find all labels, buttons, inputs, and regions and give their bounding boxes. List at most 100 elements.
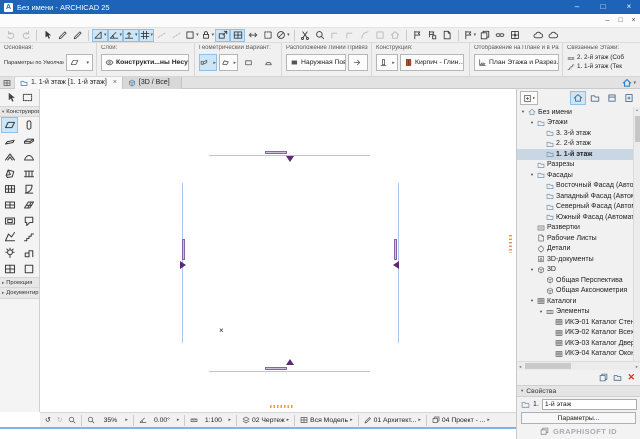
flag-favorites[interactable] bbox=[425, 29, 440, 42]
canvas-horizontal-scrollbar[interactable] bbox=[270, 405, 294, 408]
menu-item[interactable] bbox=[42, 16, 52, 26]
menu-item[interactable] bbox=[72, 16, 82, 26]
toolbar-button[interactable] bbox=[36, 30, 37, 41]
inject-parameters[interactable] bbox=[55, 29, 70, 42]
toolbox-section-views[interactable]: ▸ Проекция bbox=[0, 277, 39, 288]
orientation[interactable] bbox=[275, 29, 291, 42]
auto-dimension[interactable] bbox=[230, 29, 245, 42]
toolbar-button[interactable] bbox=[458, 30, 459, 41]
menu-item[interactable] bbox=[32, 16, 42, 26]
tree-item[interactable]: ▾ Элементы bbox=[517, 307, 640, 318]
guide-lines[interactable] bbox=[92, 29, 108, 42]
wall-default-button[interactable]: ▾ bbox=[66, 54, 93, 71]
intersect[interactable] bbox=[343, 29, 358, 42]
tree-item[interactable]: Северный Фасад (Автоматиче bbox=[517, 202, 640, 213]
pick-parameters[interactable] bbox=[40, 29, 55, 42]
flag-default[interactable] bbox=[410, 29, 425, 42]
flip-direction-button[interactable] bbox=[348, 54, 368, 71]
tree-hscroll-thumb[interactable] bbox=[525, 363, 571, 369]
tree-expand-icon[interactable]: ▾ bbox=[529, 298, 535, 304]
tree-item[interactable]: ИКЭ-04 Каталог Окон bbox=[517, 349, 640, 360]
tool-wall[interactable] bbox=[1, 117, 18, 133]
tool-object[interactable] bbox=[21, 245, 38, 261]
renovation-filter-control[interactable]: 04 Проект - ... ▸ bbox=[429, 414, 493, 427]
tree-item[interactable]: ИКЭ-01 Каталог Стен bbox=[517, 317, 640, 328]
zoom-next-button[interactable]: ↻ bbox=[54, 414, 66, 427]
tool-column[interactable] bbox=[21, 117, 38, 133]
selection-frame[interactable] bbox=[260, 29, 275, 42]
story-name-input[interactable] bbox=[542, 399, 637, 410]
linked-story-row[interactable]: 2. 2-й этаж (Соб bbox=[567, 53, 637, 62]
favorites[interactable] bbox=[462, 29, 478, 42]
tree-expand-icon[interactable]: ▾ bbox=[529, 120, 535, 126]
delete-button[interactable]: ✕ bbox=[627, 373, 635, 382]
canvas-vertical-scrollbar[interactable] bbox=[509, 235, 512, 253]
tree-item[interactable]: 3D-документы bbox=[517, 254, 640, 265]
menu-item[interactable] bbox=[12, 16, 22, 26]
slope-input[interactable] bbox=[108, 29, 124, 42]
tool-skylight[interactable] bbox=[21, 197, 38, 213]
close-button[interactable]: × bbox=[618, 0, 640, 14]
mdi-restore-button[interactable]: □ bbox=[614, 17, 627, 24]
tool-shell[interactable] bbox=[21, 149, 38, 165]
grid-systems[interactable] bbox=[507, 29, 522, 42]
elevation-line-south[interactable] bbox=[209, 371, 370, 372]
tree-item[interactable]: Общая Аксонометрия bbox=[517, 286, 640, 297]
menu-item[interactable] bbox=[62, 16, 72, 26]
minimize-button[interactable]: – bbox=[566, 0, 588, 14]
elevation-marker-east[interactable] bbox=[394, 239, 397, 260]
tool-zone-stamp[interactable] bbox=[21, 261, 38, 277]
send-changes[interactable] bbox=[530, 29, 545, 42]
properties-section-header[interactable]: ▾ Свойства bbox=[517, 385, 640, 397]
tree-item[interactable]: Восточный Фасад (Автоматич bbox=[517, 181, 640, 192]
snap-grid[interactable] bbox=[139, 29, 155, 42]
zoom-increase-button[interactable] bbox=[65, 414, 79, 427]
tree-item[interactable]: Детали bbox=[517, 244, 640, 255]
copy-settings[interactable] bbox=[477, 29, 492, 42]
measure[interactable] bbox=[70, 29, 85, 42]
tool-window[interactable] bbox=[1, 197, 18, 213]
tree-item[interactable]: Рабочие Листы bbox=[517, 233, 640, 244]
geometry-polygon-button[interactable]: ▸ bbox=[219, 54, 237, 71]
floor-plan-canvas[interactable]: × bbox=[40, 89, 516, 412]
fillet[interactable] bbox=[358, 29, 373, 42]
floor-plan-display-button[interactable]: План Этажа и Разрез... ▸ bbox=[474, 54, 559, 71]
gravity[interactable] bbox=[123, 29, 139, 42]
tree-horizontal-scrollbar[interactable]: ◂ ▸ bbox=[517, 361, 640, 370]
tree-expand-icon[interactable]: ▾ bbox=[538, 309, 544, 315]
tree-expand-icon[interactable]: ▾ bbox=[529, 267, 535, 273]
split[interactable] bbox=[298, 29, 313, 42]
new-viewpoint-button[interactable] bbox=[599, 373, 608, 382]
tool-lamp[interactable] bbox=[1, 245, 18, 261]
tree-item[interactable]: ▾ Без имени bbox=[517, 107, 640, 118]
menu-item[interactable] bbox=[22, 16, 32, 26]
tree-item[interactable]: 3. 3-й этаж bbox=[517, 128, 640, 139]
structure-type-button[interactable]: ▸ bbox=[376, 54, 398, 71]
scale-control[interactable]: 1:100 ▸ bbox=[187, 414, 234, 427]
linked-story-row[interactable]: 1. 1-й этаж (Тек bbox=[567, 62, 637, 71]
tree-item[interactable]: ▾ Фасады bbox=[517, 170, 640, 181]
tool-mesh[interactable] bbox=[1, 229, 18, 245]
toolbar-button[interactable] bbox=[522, 29, 530, 42]
tree-item[interactable]: Южный Фасад (Автоматическ bbox=[517, 212, 640, 223]
zoom-previous-button[interactable]: ↺ bbox=[42, 414, 54, 427]
adjust[interactable] bbox=[313, 29, 328, 42]
navtab-project-map[interactable] bbox=[570, 91, 586, 105]
toolbar-button[interactable] bbox=[406, 30, 407, 41]
tab-overview-button[interactable] bbox=[0, 77, 15, 89]
resize[interactable] bbox=[373, 29, 388, 42]
building-material-button[interactable]: Кирпич - Глин... ▸ bbox=[400, 54, 464, 71]
document-tab[interactable]: [3D / Все] bbox=[123, 77, 182, 89]
project-chooser-button[interactable]: ▸ bbox=[520, 91, 538, 105]
tree-item[interactable]: Разрезы bbox=[517, 160, 640, 171]
tool-stair[interactable] bbox=[21, 229, 38, 245]
navtab-publisher[interactable] bbox=[621, 91, 637, 105]
toolbox-section-document[interactable]: ▸ Документир bbox=[0, 288, 39, 299]
marquee-tool[interactable] bbox=[22, 92, 33, 103]
tool-roof[interactable] bbox=[1, 149, 18, 165]
trim[interactable] bbox=[328, 29, 343, 42]
tool-curtain-wall[interactable] bbox=[1, 181, 18, 197]
tree-vertical-scrollbar[interactable]: ▴ bbox=[633, 107, 640, 361]
orientation-control[interactable]: 0.00° ▸ bbox=[136, 414, 183, 427]
layer-button[interactable]: Конструкти...ны Несущие ▸ bbox=[101, 54, 189, 71]
